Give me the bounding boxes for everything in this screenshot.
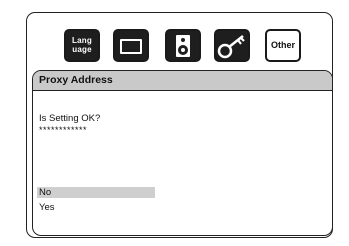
speaker-icon [176,35,190,57]
masked-proxy-value: ************ [39,125,88,135]
settings-tabs: Lang uage Other [64,29,313,63]
proxy-address-dialog: Proxy Address Is Setting OK? ***********… [32,70,333,236]
tv-icon [120,39,142,54]
dialog-title: Proxy Address [33,71,332,91]
tab-audio[interactable] [165,29,201,62]
option-no[interactable]: No [37,187,155,198]
option-yes[interactable]: Yes [37,202,155,213]
tab-parental[interactable] [214,29,250,62]
other-tab-label: Other [270,40,295,50]
confirm-question: Is Setting OK? [39,113,101,124]
tab-video[interactable] [113,29,149,62]
tab-language[interactable]: Lang uage [64,29,100,62]
tab-other[interactable]: Other [265,29,301,62]
key-icon [217,35,245,59]
language-icon: Lang uage [72,36,92,54]
